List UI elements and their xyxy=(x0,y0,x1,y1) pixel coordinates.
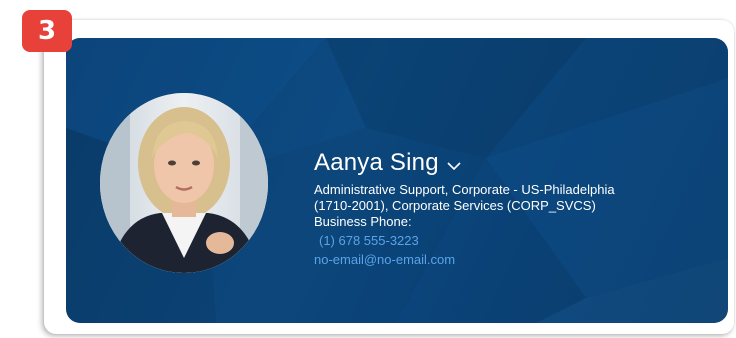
chevron-down-icon[interactable] xyxy=(445,157,463,175)
name-row: Aanya Sing xyxy=(314,146,714,180)
employee-details: Administrative Support, Corporate - US-P… xyxy=(314,182,714,214)
email-link[interactable]: no-email@no-email.com xyxy=(314,250,714,269)
employee-profile-header: Aanya Sing Administrative Support, Corpo… xyxy=(66,38,728,323)
business-phone-label: Business Phone: xyxy=(314,214,412,229)
details-line-1: Administrative Support, Corporate - US-P… xyxy=(314,182,615,197)
screenshot-stage: 3 Aanya Sing Administrative Support, Cor… xyxy=(0,0,736,338)
business-phone-link[interactable]: (1) 678 555-3223 xyxy=(314,231,714,250)
details-line-2: (1710-2001), Corporate Services (CORP_SV… xyxy=(314,198,596,213)
step-number-badge: 3 xyxy=(22,10,72,52)
portrait-image xyxy=(100,93,268,273)
employee-info: Aanya Sing Administrative Support, Corpo… xyxy=(314,146,714,269)
employee-name: Aanya Sing xyxy=(314,149,439,176)
profile-photo[interactable] xyxy=(100,93,268,273)
